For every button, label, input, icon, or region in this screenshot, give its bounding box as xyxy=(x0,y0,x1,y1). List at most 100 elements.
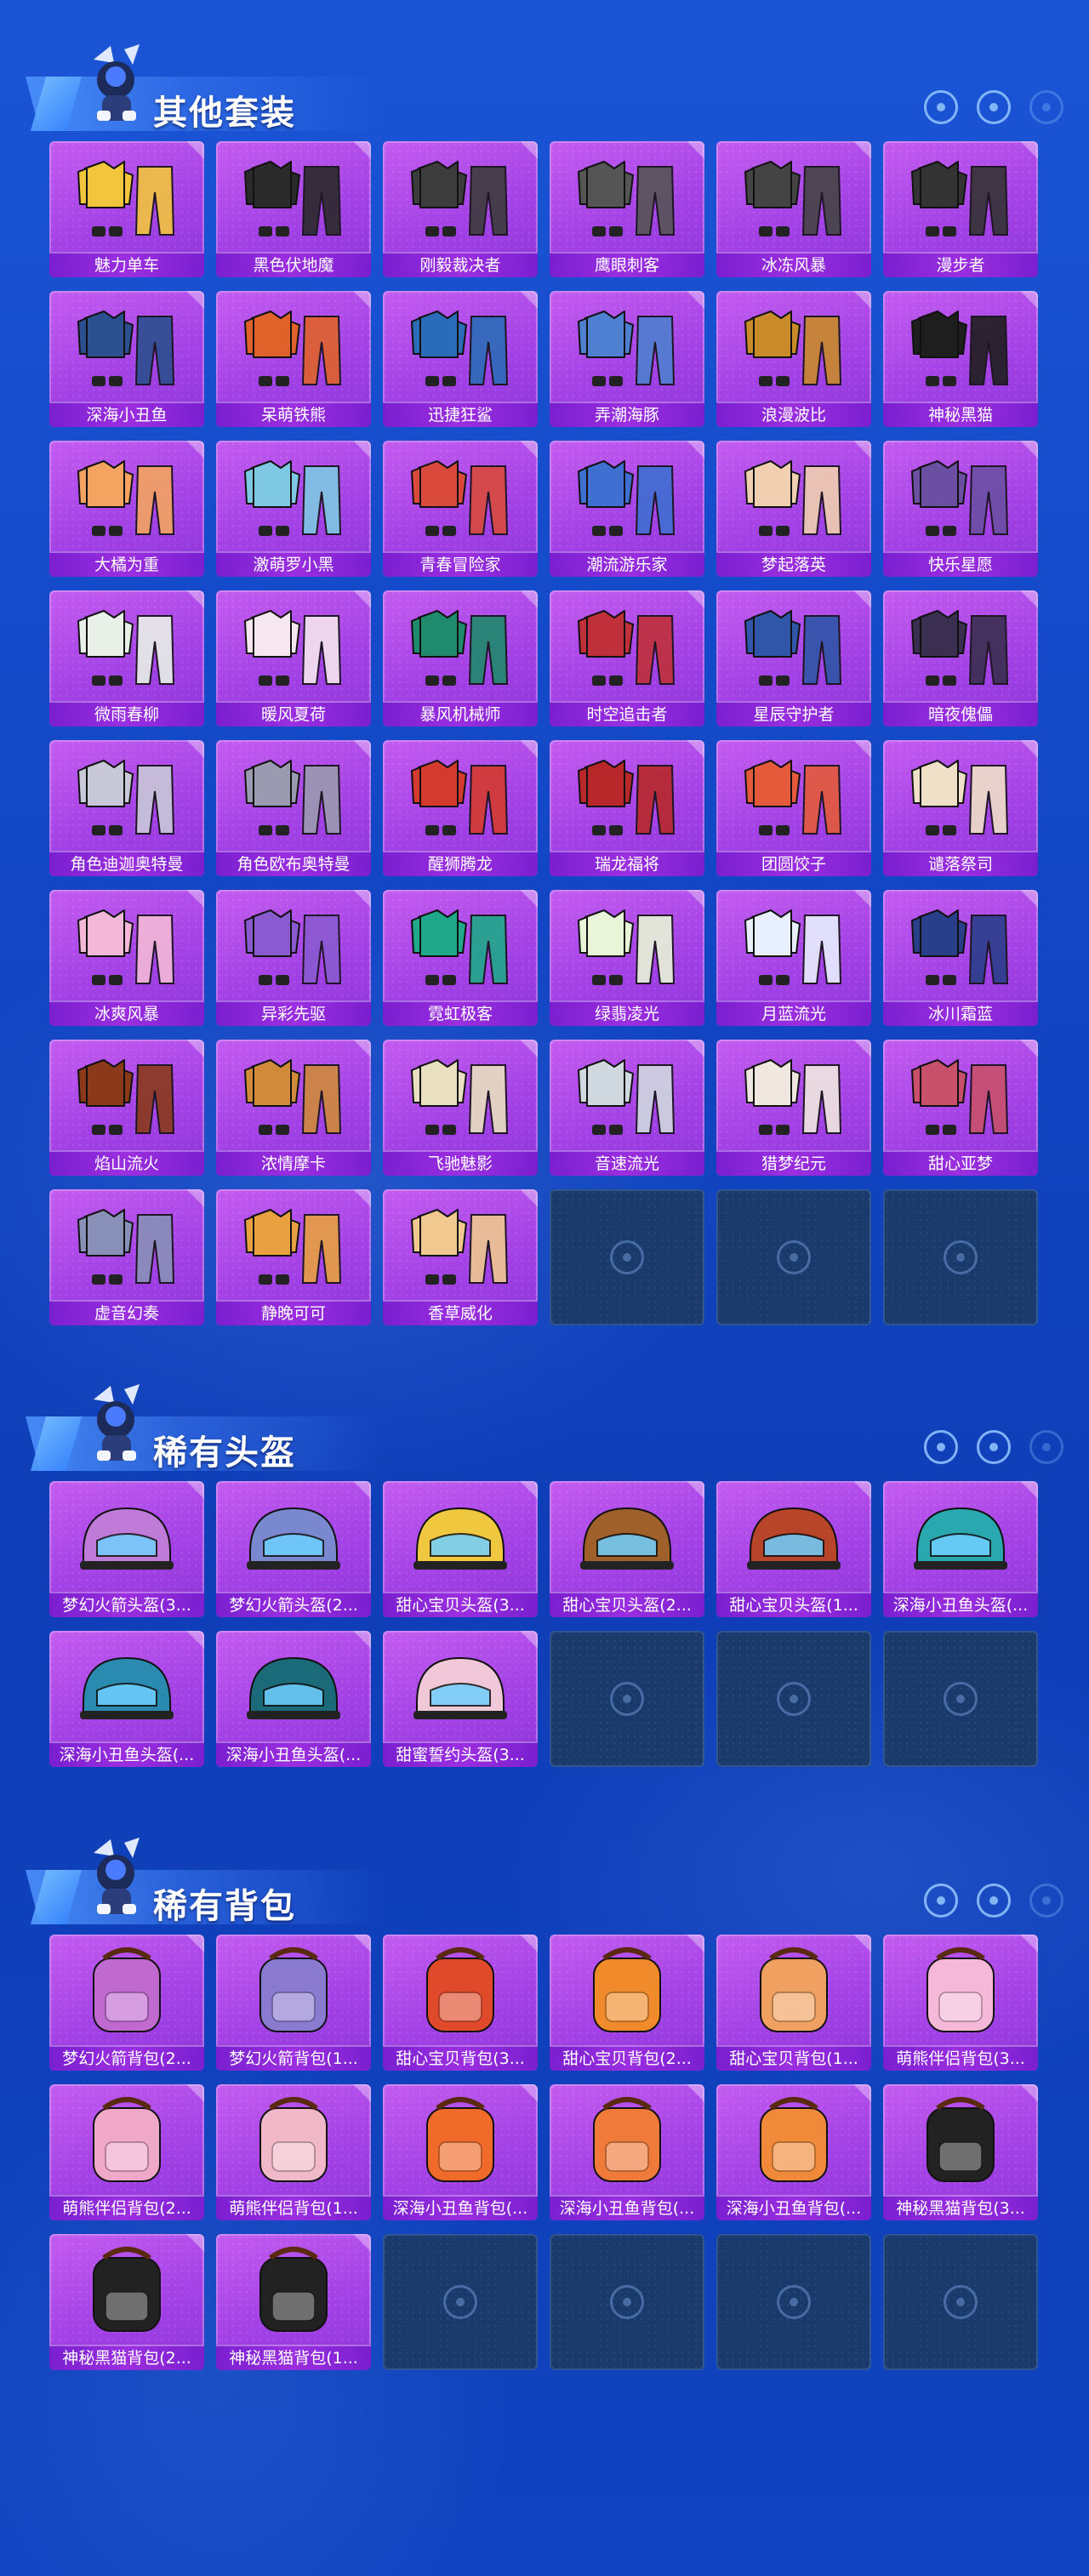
item-card[interactable]: 音速流光 xyxy=(550,1040,704,1176)
item-card[interactable]: 冰川霜蓝 xyxy=(883,890,1038,1026)
item-card[interactable]: 星辰守护者 xyxy=(716,590,871,727)
item-card[interactable]: 萌熊伴侣背包(1... xyxy=(216,2084,371,2220)
item-card[interactable]: 魅力单车 xyxy=(49,141,204,277)
item-label: 浓情摩卡 xyxy=(216,1150,371,1176)
item-card[interactable]: 暴风机械师 xyxy=(383,590,538,727)
outfit-image xyxy=(243,311,342,386)
item-label: 霓虹极客 xyxy=(383,1000,538,1026)
item-card[interactable]: 呆萌铁熊 xyxy=(216,291,371,427)
item-card[interactable]: 异彩先驱 xyxy=(216,890,371,1026)
item-card[interactable]: 甜心宝贝背包(2... xyxy=(550,1935,704,2071)
item-card[interactable]: 甜心宝贝头盔(2... xyxy=(550,1481,704,1617)
item-card[interactable]: 谴落祭司 xyxy=(883,740,1038,876)
outfit-image xyxy=(410,1209,509,1285)
item-card[interactable]: 绿翡凌光 xyxy=(550,890,704,1026)
item-card[interactable]: 甜心宝贝背包(1... xyxy=(716,1935,871,2071)
item-card[interactable]: 漫步者 xyxy=(883,141,1038,277)
item-card[interactable]: 冰冻风暴 xyxy=(716,141,871,277)
item-card[interactable]: 浪漫波比 xyxy=(716,291,871,427)
item-card[interactable]: 大橘为重 xyxy=(49,441,204,577)
item-card[interactable]: 甜心亚梦 xyxy=(883,1040,1038,1176)
item-card[interactable]: 深海小丑鱼背包(... xyxy=(716,2084,871,2220)
item-label: 冰川霜蓝 xyxy=(883,1000,1038,1026)
item-card[interactable]: 角色迪迦奥特曼 xyxy=(49,740,204,876)
item-card[interactable]: 角色欧布奥特曼 xyxy=(216,740,371,876)
item-card[interactable]: 鹰眼刺客 xyxy=(550,141,704,277)
item-card[interactable]: 时空追击者 xyxy=(550,590,704,727)
item-card[interactable]: 深海小丑鱼背包(... xyxy=(550,2084,704,2220)
item-card[interactable]: 飞驰魅影 xyxy=(383,1040,538,1176)
item-card[interactable]: 神秘黑猫 xyxy=(883,291,1038,427)
item-card[interactable]: 团圆饺子 xyxy=(716,740,871,876)
item-card[interactable]: 醒狮腾龙 xyxy=(383,740,538,876)
item-card[interactable]: 神秘黑猫背包(1... xyxy=(216,2234,371,2370)
item-card[interactable]: 梦幻火箭背包(2... xyxy=(49,1935,204,2071)
target-icon xyxy=(977,90,1011,124)
item-label: 冰冻风暴 xyxy=(716,252,871,277)
item-card[interactable]: 深海小丑鱼背包(... xyxy=(383,2084,538,2220)
section-title: 稀有背包 xyxy=(153,1887,296,1926)
helmet-image xyxy=(247,1656,340,1719)
outfit-image xyxy=(910,610,1009,686)
item-card[interactable]: 深海小丑鱼头盔(... xyxy=(216,1631,371,1767)
item-card[interactable]: 神秘黑猫背包(2... xyxy=(49,2234,204,2370)
item-card[interactable]: 神秘黑猫背包(3... xyxy=(883,2084,1038,2220)
item-card[interactable]: 静晚可可 xyxy=(216,1189,371,1325)
item-card[interactable]: 萌熊伴侣背包(3... xyxy=(883,1935,1038,2071)
outfit-image xyxy=(744,161,842,237)
item-label: 甜心宝贝头盔(1... xyxy=(716,1592,871,1617)
item-card[interactable]: 暖风夏荷 xyxy=(216,590,371,727)
item-card[interactable]: 霓虹极客 xyxy=(383,890,538,1026)
outfit-image xyxy=(910,1059,1009,1135)
outfit-image xyxy=(577,311,676,386)
item-card[interactable]: 甜心宝贝头盔(3... xyxy=(383,1481,538,1617)
item-card[interactable]: 深海小丑鱼头盔(... xyxy=(49,1631,204,1767)
item-card[interactable]: 弄潮海豚 xyxy=(550,291,704,427)
item-card[interactable]: 梦幻火箭背包(1... xyxy=(216,1935,371,2071)
item-card[interactable]: 甜蜜誓约头盔(3... xyxy=(383,1631,538,1767)
item-label: 梦幻火箭头盔(2... xyxy=(216,1592,371,1617)
item-card[interactable]: 瑞龙福将 xyxy=(550,740,704,876)
item-card[interactable]: 深海小丑鱼 xyxy=(49,291,204,427)
section-outfit: 其他套装 魅力单车 黑色伏地魔 刚毅裁决者 鹰眼刺客 冰冻风暴 漫步者 深海小丑鱼 呆萌铁熊迅… xyxy=(0,43,1089,1339)
item-grid: 梦幻火箭背包(2... 梦幻火箭背包(1... 甜心宝贝背包(3... 甜心宝贝背包(… xyxy=(49,1935,1040,2384)
item-card[interactable]: 冰爽风暴 xyxy=(49,890,204,1026)
item-card[interactable]: 青春冒险家 xyxy=(383,441,538,577)
empty-slot xyxy=(716,1631,871,1767)
item-card[interactable]: 梦幻火箭头盔(2... xyxy=(216,1481,371,1617)
item-card[interactable]: 浓情摩卡 xyxy=(216,1040,371,1176)
item-card[interactable]: 激萌罗小黑 xyxy=(216,441,371,577)
empty-slot xyxy=(550,1189,704,1325)
item-card[interactable]: 甜心宝贝背包(3... xyxy=(383,1935,538,2071)
item-card[interactable]: 迅捷狂鲨 xyxy=(383,291,538,427)
outfit-image xyxy=(410,311,509,386)
outfit-image xyxy=(243,161,342,237)
outfit-image xyxy=(77,460,175,536)
item-card[interactable]: 深海小丑鱼头盔(... xyxy=(883,1481,1038,1617)
item-card[interactable]: 梦幻火箭头盔(3... xyxy=(49,1481,204,1617)
item-card[interactable]: 潮流游乐家 xyxy=(550,441,704,577)
item-card[interactable]: 暗夜傀儡 xyxy=(883,590,1038,727)
item-card[interactable]: 猎梦纪元 xyxy=(716,1040,871,1176)
item-card[interactable]: 梦起落英 xyxy=(716,441,871,577)
item-card[interactable]: 黑色伏地魔 xyxy=(216,141,371,277)
empty-slot xyxy=(383,2234,538,2370)
item-card[interactable]: 快乐星愿 xyxy=(883,441,1038,577)
empty-slot xyxy=(716,2234,871,2370)
item-label: 鹰眼刺客 xyxy=(550,252,704,277)
item-card[interactable]: 甜心宝贝头盔(1... xyxy=(716,1481,871,1617)
item-card[interactable]: 月蓝流光 xyxy=(716,890,871,1026)
item-label: 瑞龙福将 xyxy=(550,851,704,876)
item-card[interactable]: 香草威化 xyxy=(383,1189,538,1325)
helmet-image xyxy=(413,1656,507,1719)
item-card[interactable]: 焰山流火 xyxy=(49,1040,204,1176)
item-label: 深海小丑鱼背包(... xyxy=(383,2195,538,2220)
item-card[interactable]: 微雨春柳 xyxy=(49,590,204,727)
item-card[interactable]: 刚毅裁决者 xyxy=(383,141,538,277)
target-icon xyxy=(944,1240,978,1274)
outfit-image xyxy=(744,610,842,686)
item-card[interactable]: 虚音幻奏 xyxy=(49,1189,204,1325)
outfit-image xyxy=(577,161,676,237)
target-icon xyxy=(977,1884,1011,1918)
item-card[interactable]: 萌熊伴侣背包(2... xyxy=(49,2084,204,2220)
